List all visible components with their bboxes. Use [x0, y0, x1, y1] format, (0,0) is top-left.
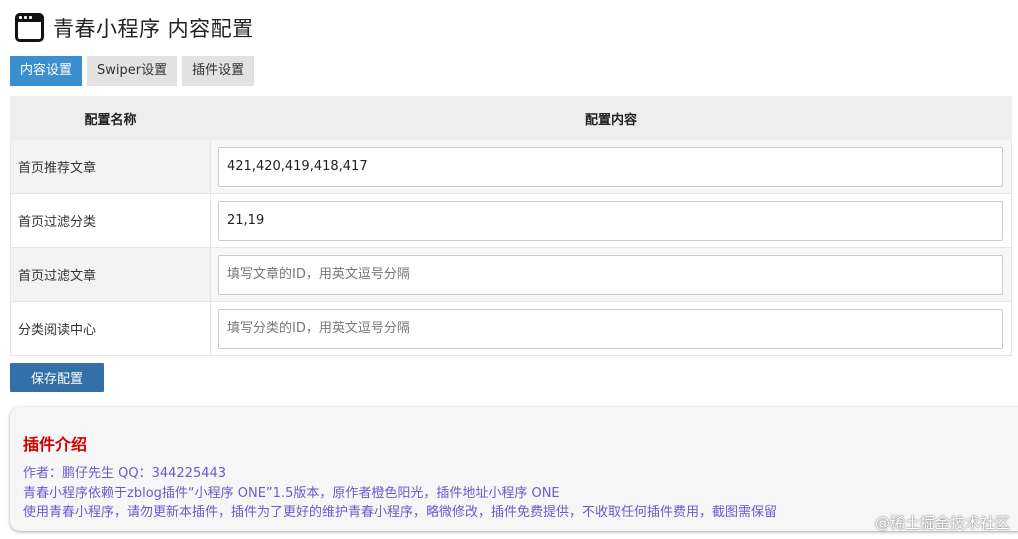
table-row: 首页推荐文章	[10, 139, 1012, 194]
config-label: 首页推荐文章	[10, 139, 211, 194]
window-icon	[14, 12, 45, 43]
page-header: 青春小程序 内容配置	[14, 12, 254, 43]
save-config-button[interactable]: 保存配置	[10, 363, 104, 392]
plugin-intro-panel: 插件介绍 作者：鹏仔先生 QQ：344225443 青春小程序依赖于zblog插…	[10, 407, 1018, 531]
intro-author: 作者：鹏仔先生 QQ：344225443	[23, 466, 227, 481]
tab-content-settings[interactable]: 内容设置	[10, 56, 83, 86]
filter-articles-input[interactable]	[218, 254, 1003, 295]
category-reading-center-input[interactable]	[218, 308, 1003, 349]
settings-tabs: 内容设置 Swiper设置 插件设置	[10, 56, 259, 86]
table-row: 首页过滤文章	[10, 247, 1012, 302]
filter-categories-input[interactable]	[218, 200, 1003, 241]
page-title: 青春小程序 内容配置	[53, 16, 254, 41]
config-label: 首页过滤分类	[10, 193, 211, 248]
table-row: 首页过滤分类	[10, 193, 1012, 248]
config-table: 配置名称 配置内容 首页推荐文章 首页过滤分类 首页过滤文章 分类阅读中心	[10, 96, 1012, 356]
intro-dependency: 青春小程序依赖于zblog插件“小程序 ONE”1.5版本，原作者橙色阳光，插件…	[23, 486, 560, 501]
tab-plugin-settings[interactable]: 插件设置	[182, 56, 255, 86]
intro-title: 插件介绍	[23, 435, 88, 454]
watermark: @稀土掘金技术社区	[874, 514, 1010, 532]
tab-swiper-settings[interactable]: Swiper设置	[87, 56, 178, 86]
recommended-articles-input[interactable]	[218, 146, 1003, 187]
intro-notice: 使用青春小程序，请勿更新本插件，插件为了更好的维护青春小程序，略微修改，插件免费…	[23, 505, 778, 520]
column-header-name: 配置名称	[10, 96, 211, 140]
config-label: 分类阅读中心	[10, 301, 211, 356]
table-row: 分类阅读中心	[10, 301, 1012, 356]
column-header-content: 配置内容	[210, 96, 1012, 140]
config-label: 首页过滤文章	[10, 247, 211, 302]
table-header-row: 配置名称 配置内容	[10, 96, 1012, 140]
